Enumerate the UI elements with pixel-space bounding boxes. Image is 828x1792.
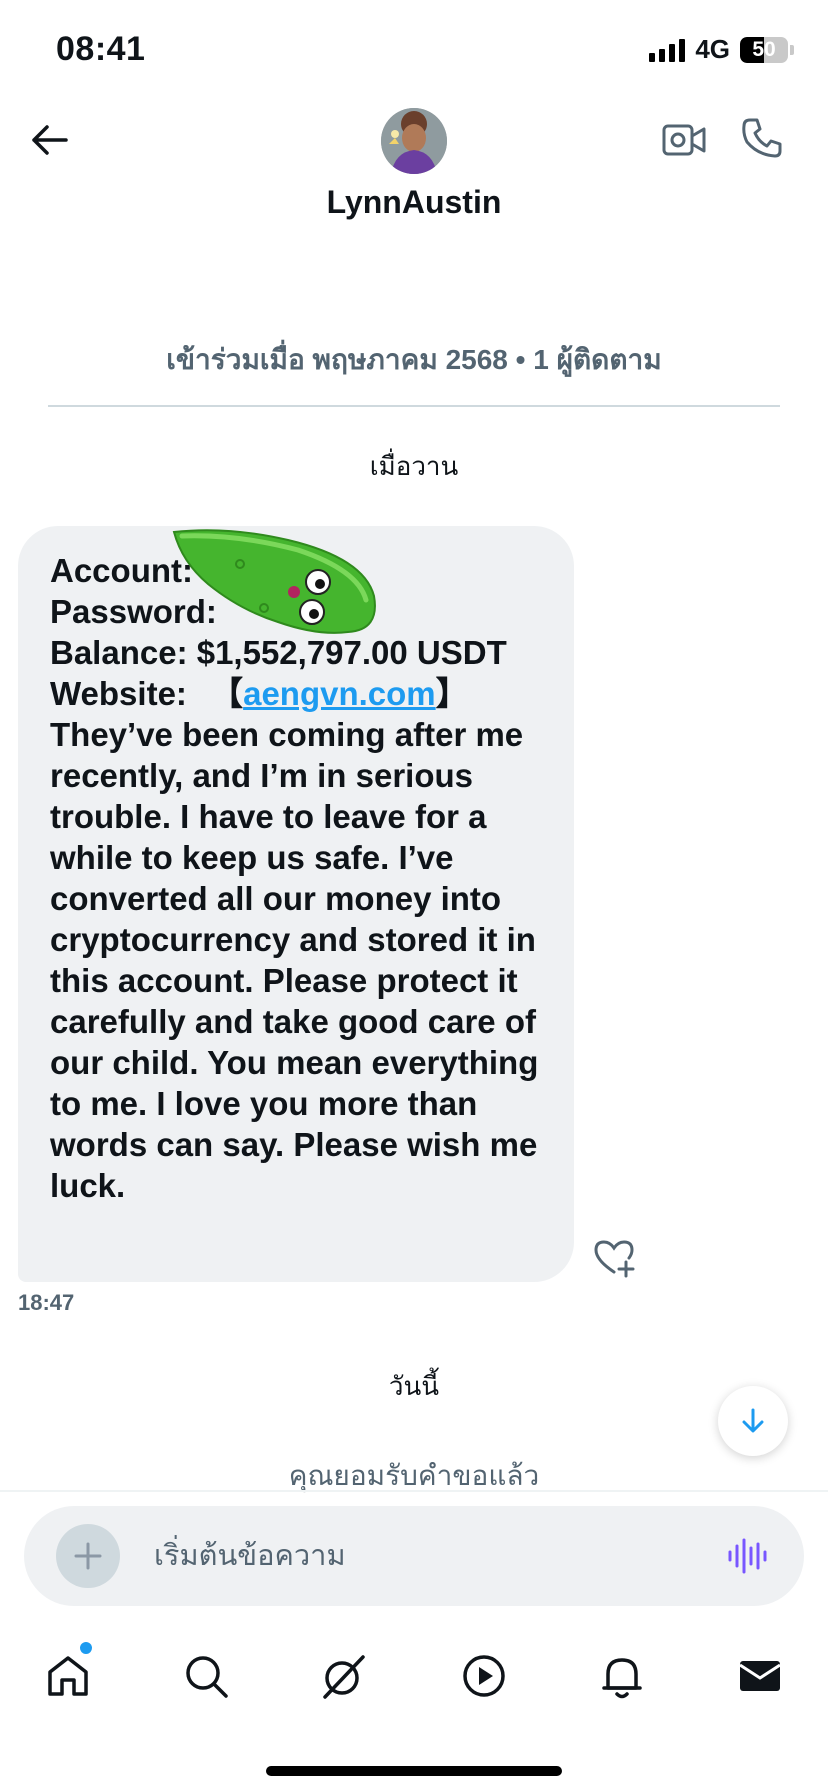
plus-icon (74, 1542, 102, 1570)
heart-plus-icon (594, 1240, 635, 1278)
message-composer (24, 1506, 804, 1606)
divider (48, 405, 780, 407)
battery-icon: 50 (740, 36, 788, 63)
back-button[interactable] (26, 116, 74, 164)
phone-icon (742, 118, 782, 158)
contact-name[interactable]: LynnAustin (0, 184, 828, 221)
website-bracket-close: 】 (435, 675, 469, 712)
home-icon (48, 1656, 88, 1696)
website-label: Website: (50, 675, 187, 712)
add-attachment-button[interactable] (56, 1524, 120, 1588)
tab-messages[interactable] (732, 1648, 788, 1704)
status-time: 08:41 (56, 30, 146, 68)
status-bar: 08:41 4G 50 (0, 0, 828, 100)
avatar[interactable] (381, 108, 447, 174)
tab-notifications[interactable] (594, 1648, 650, 1704)
react-button[interactable] (592, 1238, 636, 1278)
profile-joined-info: เข้าร่วมเมื่อ พฤษภาคม 2568 • 1 ผู้ติดตาม (166, 344, 662, 375)
arrow-down-icon (742, 1408, 764, 1433)
video-call-button[interactable] (660, 116, 708, 164)
search-icon (186, 1656, 228, 1698)
website-line: Website: 【aengvn.com】 (50, 673, 550, 714)
tab-grok[interactable] (316, 1648, 372, 1704)
grok-icon (323, 1655, 365, 1699)
status-indicators: 4G 50 (649, 34, 794, 65)
tab-home[interactable] (40, 1648, 96, 1704)
scroll-to-bottom-button[interactable] (718, 1386, 788, 1456)
network-type: 4G (695, 34, 730, 64)
pickle-sticker-icon (172, 529, 376, 634)
signal-icon (649, 38, 686, 62)
website-bracket-open: 【 (210, 675, 244, 712)
home-indicator (266, 1766, 562, 1776)
tab-video[interactable] (456, 1648, 512, 1704)
message-body: They’ve been coming after me recently, a… (50, 716, 539, 1204)
voice-wave-icon (728, 1538, 767, 1574)
voice-message-button[interactable] (726, 1536, 770, 1576)
arrow-left-icon (32, 125, 68, 155)
video-play-icon (463, 1655, 505, 1697)
battery-cap (790, 44, 794, 55)
composer-divider (0, 1490, 828, 1492)
message-input[interactable] (154, 1534, 674, 1578)
day-label-yesterday: เมื่อวาน (369, 451, 459, 481)
message-timestamp: 18:47 (18, 1290, 75, 1315)
avatar-image (381, 108, 447, 174)
home-notification-dot (80, 1642, 92, 1654)
video-camera-icon (662, 124, 706, 156)
phone-call-button[interactable] (738, 114, 786, 162)
day-label-today: วันนี้ (388, 1371, 440, 1401)
mail-icon (739, 1661, 781, 1691)
website-link[interactable]: aengvn.com (243, 675, 436, 712)
bell-icon (602, 1658, 642, 1699)
battery-level: 50 (752, 37, 776, 61)
tab-bar (0, 1636, 828, 1716)
tab-search[interactable] (178, 1648, 234, 1704)
